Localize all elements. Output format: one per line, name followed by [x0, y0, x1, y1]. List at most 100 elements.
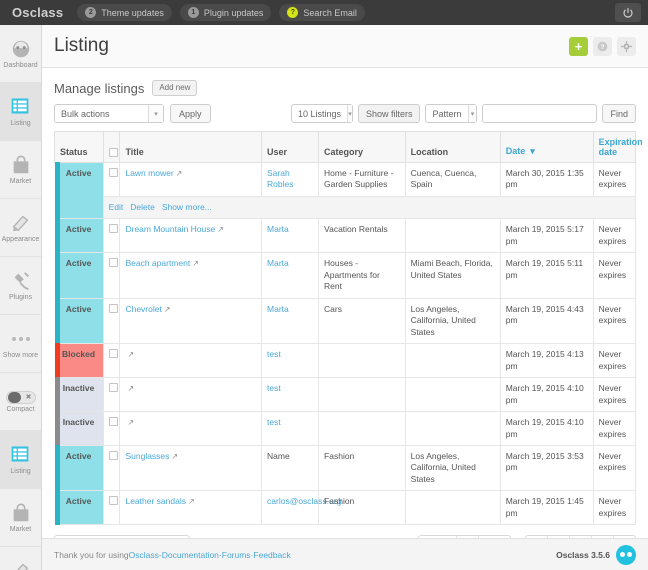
select-all-checkbox[interactable]	[108, 148, 118, 157]
listing-title-link[interactable]: Leather sandals	[125, 496, 186, 506]
sidebar-item-show-more[interactable]: Show more	[0, 315, 41, 373]
row-checkbox[interactable]	[108, 496, 118, 506]
header-category[interactable]: Category	[318, 131, 406, 163]
user-link[interactable]: Marta	[267, 224, 289, 234]
page-footer: Thank you for using Osclass - Documentat…	[42, 538, 648, 570]
table-row[interactable]: Active Leather sandals ↗︎ carlos@osclass.or…	[54, 490, 637, 526]
user-link[interactable]: Marta	[267, 304, 289, 314]
footer-link-feedback[interactable]: Feedback	[253, 550, 290, 560]
header-status[interactable]: Status	[54, 131, 104, 163]
plugin-updates-button[interactable]: 1 Plugin updates	[179, 4, 272, 21]
row-checkbox[interactable]	[108, 168, 118, 177]
row-checkbox[interactable]	[108, 450, 118, 460]
apply-button[interactable]: Apply	[170, 104, 211, 123]
header-date[interactable]: Date ▾	[499, 131, 594, 163]
cell-expiration: Never expires	[592, 218, 637, 254]
external-link-icon[interactable]: ↗︎	[188, 497, 195, 506]
toggle-switch-icon[interactable]: ✖	[5, 390, 36, 404]
sidebar-item-dashboard[interactable]: Dashboard	[0, 25, 41, 83]
listings-table-body: Active Lawn mower ↗︎ Sarah Robles Home - Fur…	[54, 161, 637, 526]
row-checkbox[interactable]	[108, 224, 118, 234]
sidebar-item-compact[interactable]: ✖ Compact	[0, 373, 41, 431]
row-checkbox[interactable]	[108, 258, 118, 268]
row-checkbox[interactable]	[108, 383, 118, 393]
external-link-icon[interactable]: ↗︎	[217, 225, 224, 234]
sidebar-label: Listing	[10, 468, 31, 475]
user-link[interactable]: test	[267, 383, 281, 393]
sidebar-item-listing[interactable]: Listing	[0, 83, 41, 141]
cell-expiration: Never expires	[592, 411, 637, 446]
row-checkbox-cell[interactable]	[102, 162, 121, 197]
row-checkbox-cell[interactable]	[102, 218, 121, 254]
add-new-button[interactable]: Add new	[152, 80, 198, 96]
table-row[interactable]: Inactive ↗︎ test March 19, 2015 4:10 pm Neve…	[54, 411, 637, 446]
external-link-icon[interactable]: ↗︎	[127, 384, 134, 393]
table-row[interactable]: Active Beach apartment ↗︎ Marta Houses - Apa…	[54, 252, 637, 299]
row-checkbox-cell[interactable]	[102, 444, 121, 492]
table-row[interactable]: Blocked ↗︎ test March 19, 2015 4:13 pm Never…	[54, 343, 637, 379]
show-filters-button[interactable]: Show filters	[357, 104, 421, 123]
listing-title-link[interactable]: Dream Mountain House	[125, 224, 215, 234]
theme-updates-button[interactable]: 2 Theme updates	[77, 4, 172, 21]
row-checkbox-cell[interactable]	[102, 411, 121, 446]
header-select-all[interactable]	[102, 131, 121, 163]
gear-icon[interactable]	[617, 36, 636, 56]
row-checkbox[interactable]	[108, 349, 118, 359]
table-row[interactable]: Active Dream Mountain House ↗︎ Marta Vacatio…	[54, 218, 637, 254]
help-icon[interactable]: ?	[593, 36, 612, 56]
user-link[interactable]: Marta	[267, 258, 289, 268]
row-checkbox-cell[interactable]	[102, 297, 121, 345]
add-icon[interactable]: +	[569, 36, 588, 56]
listing-title-link[interactable]: Lawn mower	[125, 168, 173, 178]
find-button[interactable]: Find	[602, 104, 636, 123]
row-action-show-more[interactable]: Show more...	[162, 202, 212, 212]
search-email-button[interactable]: ? Search Email	[279, 4, 365, 21]
row-action-edit[interactable]: Edit	[109, 202, 124, 212]
row-checkbox[interactable]	[108, 303, 118, 313]
table-row[interactable]: Active Sunglasses ↗︎ Name Fashion Los Angeles…	[54, 444, 637, 492]
pattern-select[interactable]: Pattern ▾	[425, 104, 478, 123]
table-row[interactable]: Inactive ↗︎ test March 19, 2015 4:10 pm Neve…	[54, 377, 637, 413]
sidebar-item-appearance-2[interactable]: Appearance	[0, 547, 41, 570]
table-row[interactable]: Active Lawn mower ↗︎ Sarah Robles Home - Fur…	[54, 161, 637, 220]
external-link-icon[interactable]: ↗︎	[164, 305, 171, 314]
external-link-icon[interactable]: ↗︎	[171, 452, 178, 461]
sidebar-item-appearance[interactable]: Appearance	[0, 199, 41, 257]
header-expiration-date[interactable]: Expiration date	[592, 131, 643, 163]
row-checkbox[interactable]	[108, 417, 118, 427]
footer-link-osclass[interactable]: Osclass	[129, 550, 159, 560]
status-badge: Active	[54, 218, 104, 254]
listing-title-link[interactable]: Chevrolet	[125, 304, 161, 314]
sidebar-item-listing-2[interactable]: Listing	[0, 431, 41, 489]
bulk-actions-select[interactable]: Bulk actions ▾	[54, 104, 164, 123]
listing-title-link[interactable]: Sunglasses	[125, 451, 169, 461]
user-link[interactable]: test	[267, 417, 281, 427]
sidebar-item-market-2[interactable]: Market	[0, 489, 41, 547]
user-link[interactable]: test	[267, 349, 281, 359]
footer-link-documentation[interactable]: Documentation	[162, 550, 219, 560]
external-link-icon[interactable]: ↗︎	[127, 418, 134, 427]
listing-title-link[interactable]: Beach apartment	[125, 258, 190, 268]
cell-title: Leather sandals ↗︎	[119, 490, 263, 526]
listing-count-select[interactable]: 10 Listings ▾	[290, 104, 353, 123]
header-title[interactable]: Title	[119, 131, 263, 163]
row-checkbox-cell[interactable]	[102, 343, 121, 379]
sidebar-item-plugins[interactable]: Plugins	[0, 257, 41, 315]
header-location[interactable]: Location	[404, 131, 501, 163]
external-link-icon[interactable]: ↗︎	[192, 259, 199, 268]
external-link-icon[interactable]: ↗︎	[176, 169, 183, 178]
row-checkbox-cell[interactable]	[102, 252, 121, 299]
user-link[interactable]: Sarah Robles	[267, 168, 293, 189]
header-user[interactable]: User	[261, 131, 320, 163]
row-checkbox-cell[interactable]	[102, 377, 121, 413]
search-input[interactable]	[482, 104, 598, 123]
power-icon[interactable]	[615, 3, 641, 22]
row-checkbox-cell[interactable]	[102, 490, 121, 526]
cell-user: Marta	[261, 297, 320, 345]
footer-link-forums[interactable]: Forums	[222, 550, 251, 560]
sidebar-item-market[interactable]: Market	[0, 141, 41, 199]
external-link-icon[interactable]: ↗︎	[127, 350, 134, 359]
row-action-delete[interactable]: Delete	[130, 202, 155, 212]
table-row[interactable]: Active Chevrolet ↗︎ Marta Cars Los Angeles, C…	[54, 297, 637, 345]
bulk-actions-value: Bulk actions	[61, 108, 110, 119]
